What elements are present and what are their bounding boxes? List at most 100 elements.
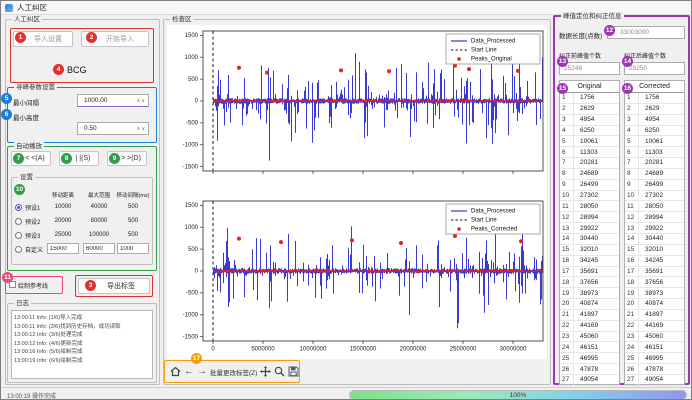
table-row[interactable]: 1329922 <box>625 223 684 234</box>
table-row[interactable]: 720281 <box>560 158 619 169</box>
table-row[interactable]: 926499 <box>560 180 619 191</box>
table-row[interactable]: 510061 <box>625 136 684 147</box>
peak-value[interactable]: 30440 <box>639 234 663 244</box>
bottom-chart-canvas[interactable] <box>167 193 547 359</box>
peak-value[interactable]: 45060 <box>639 332 663 342</box>
table-row[interactable]: 1430440 <box>625 234 684 245</box>
peak-value[interactable]: 20281 <box>574 158 598 168</box>
peak-value[interactable]: 1756 <box>639 93 659 103</box>
peak-value[interactable]: 20281 <box>639 158 663 168</box>
peak-value[interactable]: 37656 <box>639 277 663 287</box>
table-row[interactable]: 2345060 <box>625 332 684 343</box>
peak-value[interactable]: 29922 <box>639 223 663 233</box>
table-row[interactable]: 2345060 <box>560 332 619 343</box>
top-chart-canvas[interactable] <box>167 25 547 193</box>
spin-down-icon[interactable]: ∨ <box>141 126 146 132</box>
table-row[interactable]: 1634245 <box>560 256 619 267</box>
table-row[interactable]: 2446151 <box>560 342 619 353</box>
table-row[interactable]: 1634245 <box>625 256 684 267</box>
home-icon[interactable] <box>170 366 181 378</box>
peak-value[interactable]: 28994 <box>639 212 663 222</box>
peak-value[interactable]: 46151 <box>574 342 598 352</box>
table-row[interactable]: 22629 <box>625 104 684 115</box>
table-row[interactable]: 611303 <box>560 147 619 158</box>
table-row[interactable]: 11756 <box>560 93 619 104</box>
peak-value[interactable]: 44169 <box>574 321 598 331</box>
peak-value[interactable]: 49054 <box>639 375 663 385</box>
table-row[interactable]: 1430440 <box>560 234 619 245</box>
peak-value[interactable]: 27302 <box>574 191 598 201</box>
peak-value[interactable]: 2629 <box>639 104 659 114</box>
corrected-peaks-table[interactable]: Corrected 117562262934954462505100616113… <box>624 80 685 385</box>
peak-value[interactable]: 1756 <box>574 93 594 103</box>
min-interval-spinbox[interactable]: ∧∨ <box>77 94 149 107</box>
preset-radio-4[interactable] <box>15 246 22 253</box>
table-row[interactable]: 1735691 <box>625 267 684 278</box>
peak-value[interactable]: 27302 <box>639 191 663 201</box>
table-row[interactable]: 2141897 <box>625 310 684 321</box>
peak-value[interactable]: 46995 <box>639 353 663 363</box>
pan-icon[interactable] <box>260 366 271 378</box>
table-row[interactable]: 2244169 <box>625 321 684 332</box>
peak-value[interactable]: 30440 <box>574 234 598 244</box>
table-row[interactable]: 1938973 <box>625 288 684 299</box>
table-row[interactable]: 1532010 <box>625 245 684 256</box>
peak-value[interactable]: 37656 <box>574 277 598 287</box>
table-row[interactable]: 2749054 <box>560 375 619 386</box>
peak-value[interactable]: 38973 <box>639 288 663 298</box>
table-row[interactable]: 34954 <box>560 115 619 126</box>
table-row[interactable]: 2446151 <box>625 342 684 353</box>
peak-value[interactable]: 6250 <box>639 126 659 136</box>
preset-custom-input-3[interactable] <box>117 243 149 254</box>
peak-value[interactable]: 28050 <box>639 201 663 211</box>
peak-value[interactable]: 40874 <box>574 299 598 309</box>
peak-value[interactable]: 10061 <box>639 136 663 146</box>
table-row[interactable]: 1532010 <box>560 245 619 256</box>
preset-custom-input-1[interactable] <box>47 243 79 254</box>
table-row[interactable]: 1228994 <box>560 212 619 223</box>
min-height-spinbox[interactable]: ∧∨ <box>77 122 149 135</box>
table-row[interactable]: 1027302 <box>625 191 684 202</box>
peak-value[interactable]: 11303 <box>639 147 663 157</box>
preset-radio-3[interactable] <box>15 232 22 239</box>
table-row[interactable]: 1837656 <box>560 277 619 288</box>
preset-radio-2[interactable] <box>15 218 22 225</box>
peak-value[interactable]: 49054 <box>574 375 598 385</box>
peak-value[interactable]: 38973 <box>574 288 598 298</box>
table-row[interactable]: 720281 <box>625 158 684 169</box>
peak-value[interactable]: 41897 <box>639 310 663 320</box>
log-textarea[interactable]: 13:00:11 Info: (1/6)导入完成13:00:11 Info: (… <box>11 310 153 379</box>
zoom-icon[interactable] <box>274 366 285 378</box>
peak-value[interactable]: 46151 <box>639 342 663 352</box>
table-row[interactable]: 1027302 <box>560 191 619 202</box>
table-row[interactable]: 22629 <box>560 104 619 115</box>
peak-value[interactable]: 44169 <box>639 321 663 331</box>
peak-value[interactable]: 10061 <box>574 136 598 146</box>
back-icon[interactable]: ← <box>184 366 194 378</box>
peak-value[interactable]: 35691 <box>639 267 663 277</box>
table-row[interactable]: 2040874 <box>560 299 619 310</box>
table-row[interactable]: 1837656 <box>625 277 684 288</box>
table-row[interactable]: 34954 <box>625 115 684 126</box>
peak-value[interactable]: 32010 <box>574 245 598 255</box>
table-row[interactable]: 2141897 <box>560 310 619 321</box>
peak-value[interactable]: 4954 <box>574 115 594 125</box>
peak-value[interactable]: 11303 <box>574 147 598 157</box>
preset-custom-input-2[interactable] <box>83 243 115 254</box>
peak-value[interactable]: 35691 <box>574 267 598 277</box>
peak-value[interactable]: 26499 <box>639 180 663 190</box>
table-row[interactable]: 2749054 <box>625 375 684 386</box>
peak-value[interactable]: 24689 <box>574 169 598 179</box>
table-row[interactable]: 2546995 <box>625 353 684 364</box>
peak-value[interactable]: 2629 <box>574 104 594 114</box>
table-row[interactable]: 1329922 <box>560 223 619 234</box>
table-row[interactable]: 824689 <box>625 169 684 180</box>
save-icon[interactable] <box>288 366 299 378</box>
table-row[interactable]: 2647878 <box>560 364 619 375</box>
batch-edit-label-button[interactable]: 批量更改标签(Z) <box>210 367 257 377</box>
table-row[interactable]: 1128050 <box>625 201 684 212</box>
min-height-spin-buttons[interactable]: ∧∨ <box>137 123 146 134</box>
table-row[interactable]: 2546995 <box>560 353 619 364</box>
forward-icon[interactable]: → <box>197 366 207 378</box>
table-row[interactable]: 510061 <box>560 136 619 147</box>
